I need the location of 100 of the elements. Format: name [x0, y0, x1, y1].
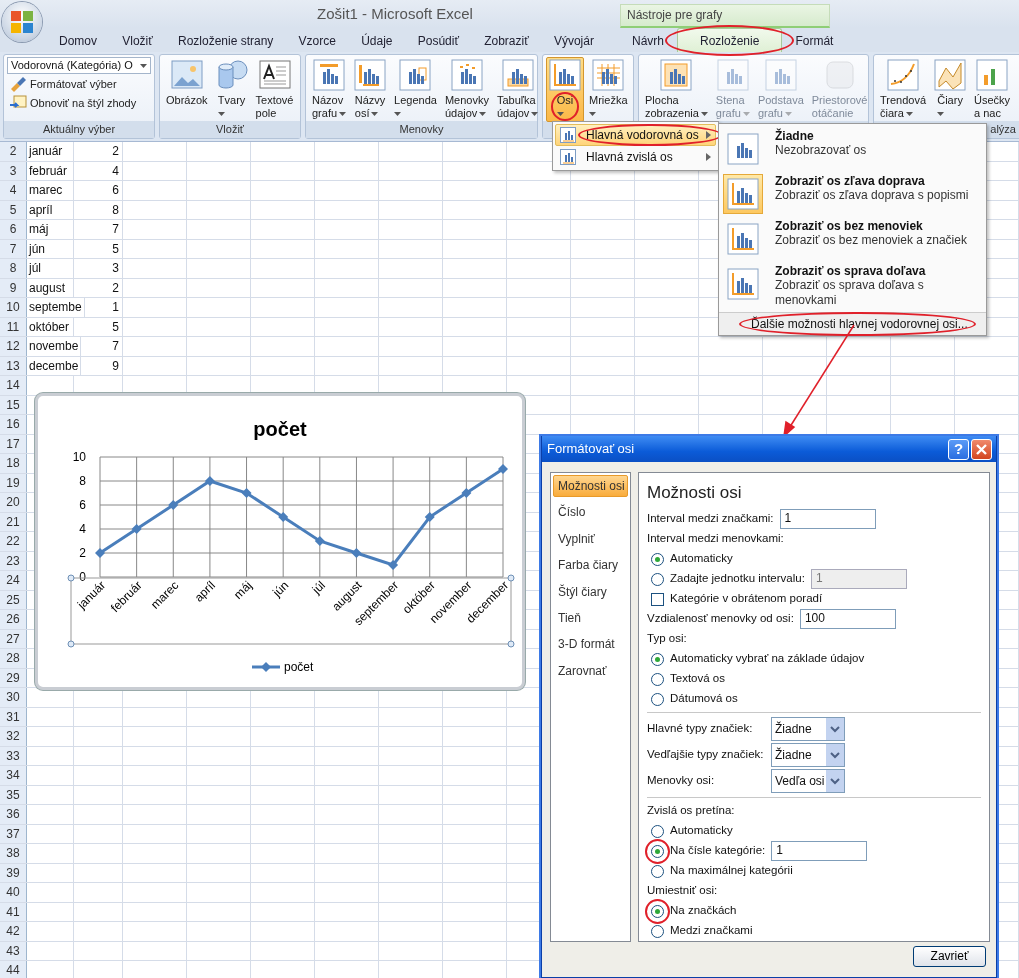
row-header[interactable]: 16: [0, 415, 27, 434]
input-field[interactable]: 1: [779, 509, 876, 530]
row-header[interactable]: 32: [0, 727, 27, 746]
radio-button[interactable]: [651, 824, 664, 838]
nav-item[interactable]: Zarovnať: [553, 659, 628, 683]
ribbon-button[interactable]: Plocha zobrazenia: [642, 57, 711, 122]
field-label: Umiestniť osi:: [647, 884, 718, 899]
radio-label: Automaticky: [670, 824, 733, 839]
format-brush-icon: [9, 76, 27, 93]
ribbon-tab[interactable]: Návrh: [621, 28, 675, 52]
row-header[interactable]: 40: [0, 883, 27, 902]
input-field[interactable]: 1: [771, 841, 868, 862]
ribbon-small-button[interactable]: Formátovať výber: [7, 75, 119, 94]
input-field[interactable]: 100: [799, 609, 896, 630]
nav-item[interactable]: Číslo: [553, 501, 628, 524]
row-header[interactable]: 18: [0, 454, 27, 473]
ribbon-button[interactable]: Názvy osí: [351, 57, 390, 122]
row-header[interactable]: 20: [0, 493, 27, 512]
caret-icon: [937, 111, 945, 116]
ribbon-button[interactable]: Tabuľka údajov: [493, 57, 542, 122]
row-header[interactable]: 6: [0, 220, 27, 239]
nav-item[interactable]: Vyplniť: [553, 527, 628, 551]
close-button[interactable]: [971, 438, 992, 460]
radio-button[interactable]: [651, 904, 664, 918]
row-header[interactable]: 12: [0, 337, 27, 356]
ribbon-tab[interactable]: Zobraziť: [473, 28, 540, 52]
ribbon-tab[interactable]: Vzorce: [287, 28, 347, 52]
field-label: Typ osi:: [647, 632, 687, 647]
ribbon-button[interactable]: Názov grafu: [309, 57, 350, 122]
nav-item[interactable]: Štýl čiary: [553, 580, 628, 603]
ribbon-tab[interactable]: Rozloženie strany: [166, 28, 285, 52]
row-header[interactable]: 4: [0, 181, 27, 200]
ribbon-button[interactable]: Menovky údajov: [441, 57, 492, 122]
radio-button[interactable]: [651, 692, 664, 706]
ribbon-tab[interactable]: Domov: [48, 28, 108, 52]
row-header[interactable]: 34: [0, 766, 27, 785]
chart-icon: [764, 59, 797, 91]
row-header[interactable]: 28: [0, 649, 27, 668]
ribbon-tab[interactable]: Vývojár: [542, 28, 605, 52]
nav-item[interactable]: Možnosti osi: [553, 475, 628, 498]
field-label: Interval medzi značkami:: [647, 512, 774, 527]
close-dialog-button[interactable]: Zavrieť: [913, 946, 986, 967]
field-label: Vedľajšie typy značiek:: [647, 748, 765, 763]
menu-option[interactable]: Zobraziť os zľava doprava Zobraziť os zľava doprava s popismi: [719, 169, 986, 214]
row-header[interactable]: 44: [0, 961, 27, 978]
dropdown-select[interactable]: Žiadne: [771, 743, 845, 768]
row-header[interactable]: 10: [0, 298, 27, 317]
ribbon-tab[interactable]: Vložiť: [111, 28, 164, 52]
menu-item[interactable]: Hlavná zvislá os: [555, 146, 716, 168]
ribbon-button[interactable]: Obrázok: [163, 57, 211, 109]
radio-button[interactable]: [651, 552, 664, 566]
row-header[interactable]: 38: [0, 844, 27, 863]
menu-option[interactable]: Zobraziť os bez menoviek Zobraziť os bez menoviek a značiek: [719, 214, 986, 259]
ribbon-button[interactable]: Mriežka: [586, 57, 631, 122]
radio-button[interactable]: [651, 864, 664, 878]
ribbon-button[interactable]: Trendová čiara: [877, 57, 930, 121]
dropdown-select[interactable]: Žiadne: [771, 717, 845, 742]
row-header[interactable]: 2: [0, 142, 27, 161]
radio-button[interactable]: [651, 924, 664, 938]
radio-label: Na maximálnej kategórii: [670, 864, 793, 879]
row-header[interactable]: 14: [0, 376, 27, 395]
dropdown-select[interactable]: Vedľa osi: [771, 769, 845, 794]
x-tick-label: máj: [231, 578, 255, 602]
ribbon-tab[interactable]: Údaje: [350, 28, 404, 52]
radio-button[interactable]: [651, 844, 664, 858]
checkbox[interactable]: [651, 592, 664, 606]
ribbon-button[interactable]: Textové pole: [252, 57, 297, 122]
caret-icon: [371, 111, 379, 116]
table-cell: marec: [29, 183, 63, 198]
chart-element-dropdown[interactable]: Vodorovná (Kategória) O: [7, 57, 151, 75]
row-header[interactable]: 30: [0, 688, 27, 707]
row-header[interactable]: 8: [0, 259, 27, 278]
nav-item[interactable]: Tieň: [553, 606, 628, 630]
ribbon-small-button[interactable]: Obnoviť na štýl zhody: [7, 94, 139, 113]
ribbon-tab[interactable]: Formát: [784, 28, 845, 52]
row-header[interactable]: 36: [0, 805, 27, 824]
menu-item[interactable]: Hlavná vodorovná os: [555, 124, 716, 146]
ribbon-button[interactable]: Osi: [546, 57, 584, 122]
table-cell: august: [29, 280, 66, 295]
section-heading: Možnosti osi: [647, 483, 743, 504]
office-logo-icon: [10, 10, 34, 34]
legend-label: počet: [284, 660, 314, 674]
row-header[interactable]: 22: [0, 532, 27, 551]
ribbon-tab[interactable]: Posúdiť: [406, 28, 470, 52]
nav-item[interactable]: 3-D formát: [553, 633, 628, 656]
ribbon-tab[interactable]: Rozloženie: [677, 28, 783, 52]
table-cell: 8: [112, 202, 119, 217]
radio-button[interactable]: [651, 572, 664, 586]
menu-option[interactable]: Zobraziť os sprava doľava Zobraziť os sprava doľava s menovkami: [719, 259, 986, 304]
ribbon-button[interactable]: Úsečky a nac: [971, 57, 1014, 121]
axis-selection-frame[interactable]: [67, 574, 515, 648]
row-header[interactable]: 26: [0, 610, 27, 629]
ribbon-button[interactable]: Legenda: [391, 57, 440, 122]
row-header[interactable]: 24: [0, 571, 27, 590]
nav-item[interactable]: Farba čiary: [553, 554, 628, 577]
radio-button[interactable]: [651, 672, 664, 686]
ribbon-button[interactable]: Tvary: [212, 57, 251, 122]
radio-button[interactable]: [651, 652, 664, 666]
row-header[interactable]: 42: [0, 922, 27, 941]
ribbon-button[interactable]: Čiary: [931, 57, 970, 121]
